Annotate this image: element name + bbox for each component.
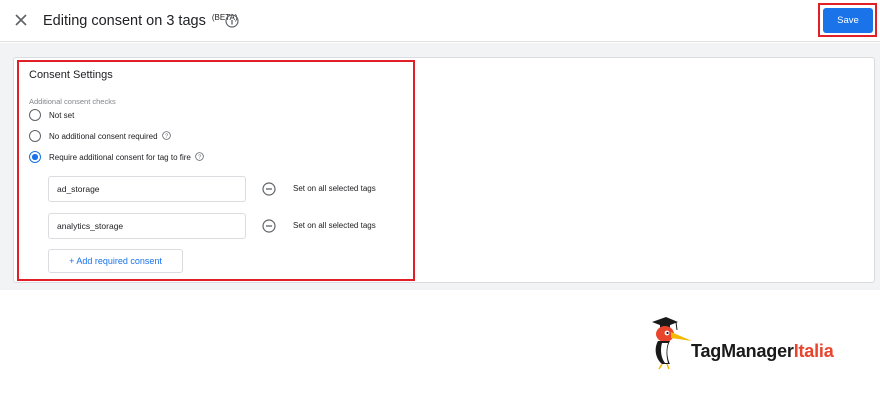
title-text: Editing consent on 3 tags [43, 13, 206, 29]
help-icon[interactable]: ? [195, 152, 204, 161]
consent-highlight-frame [17, 60, 415, 281]
close-icon[interactable] [12, 11, 30, 29]
consent-type-field-ad-storage[interactable] [48, 176, 246, 202]
info-icon[interactable] [225, 14, 239, 28]
radio-not-set[interactable]: Not set [29, 109, 74, 121]
logo-wordmark: TagManagerItalia [691, 341, 834, 362]
radio-require-additional-consent[interactable]: Require additional consent for tag to fi… [29, 151, 204, 163]
logo-wordmark-part1: TagManager [691, 341, 794, 361]
svg-text:?: ? [164, 134, 167, 140]
radio-label: Not set [49, 110, 75, 120]
svg-text:?: ? [198, 155, 201, 161]
consent-type-field-analytics-storage[interactable] [48, 213, 246, 239]
top-bar: Editing consent on 3 tags (BETA) Save [0, 0, 880, 42]
radio-label: No additional consent required? [49, 131, 171, 141]
radio-label-text: Require additional consent for tag to fi… [49, 153, 191, 162]
set-on-all-label: Set on all selected tags [293, 221, 376, 230]
radio-no-additional-consent[interactable]: No additional consent required? [29, 130, 171, 142]
radio-button[interactable] [29, 109, 41, 121]
add-required-consent-button[interactable]: + Add required consent [48, 249, 183, 273]
help-icon[interactable]: ? [161, 131, 171, 140]
section-label: Additional consent checks [29, 97, 116, 106]
save-button[interactable]: Save [823, 8, 873, 33]
remove-circle-icon[interactable] [262, 182, 276, 196]
radio-button[interactable] [29, 130, 41, 142]
radio-label-text: No additional consent required [49, 132, 158, 141]
radio-label: Require additional consent for tag to fi… [49, 152, 204, 162]
card-title: Consent Settings [29, 69, 113, 81]
radio-button-selected[interactable] [29, 151, 41, 163]
page-title: Editing consent on 3 tags (BETA) [43, 13, 238, 29]
logo-wordmark-part2: Italia [793, 341, 834, 361]
remove-circle-icon[interactable] [262, 219, 276, 233]
set-on-all-label: Set on all selected tags [293, 184, 376, 193]
